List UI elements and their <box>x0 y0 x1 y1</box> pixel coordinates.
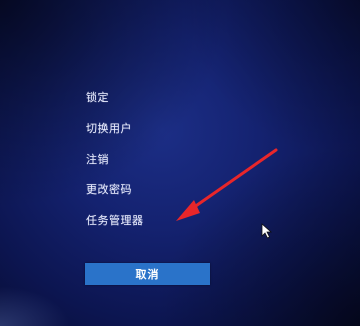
ctrl-alt-del-screen: { "menu": { "lock": "锁定", "switch_user":… <box>0 0 360 326</box>
menu-item-lock[interactable]: 锁定 <box>86 89 109 105</box>
menu-item-task-manager[interactable]: 任务管理器 <box>86 212 144 228</box>
screen-glare <box>0 286 70 326</box>
menu-item-sign-out[interactable]: 注销 <box>86 151 109 167</box>
menu-item-change-password[interactable]: 更改密码 <box>86 181 132 197</box>
cancel-button[interactable]: 取消 <box>85 263 210 285</box>
mouse-pointer-icon <box>261 223 273 239</box>
menu-item-switch-user[interactable]: 切换用户 <box>86 120 132 136</box>
